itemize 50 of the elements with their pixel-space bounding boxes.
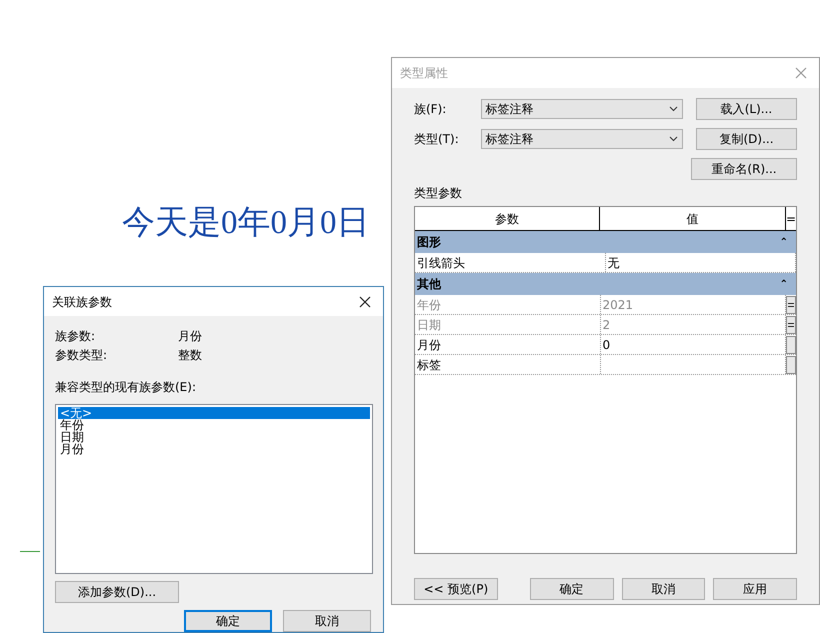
table-cell: 日期 [415, 315, 600, 334]
field-label: 族(F): [414, 101, 448, 118]
chevron-down-icon [668, 136, 678, 142]
list-item[interactable]: 月份 [58, 443, 370, 455]
table-cell: 月份 [415, 335, 600, 354]
dialog-button[interactable]: 复制(D)... [696, 128, 797, 150]
table-cell-text: 0 [602, 336, 610, 354]
column-header: 参数 [415, 207, 600, 230]
window-title: 关联族参数 [52, 294, 112, 310]
dialog-button[interactable]: 重命名(R)... [691, 158, 797, 180]
equals-button[interactable] [786, 316, 796, 334]
table-cell-text: 2021 [602, 296, 634, 314]
equals-button[interactable] [786, 296, 796, 314]
info-value: 整数 [178, 346, 202, 364]
list-item[interactable]: 年份 [58, 419, 370, 431]
parameter-button[interactable] [786, 356, 796, 374]
group-header[interactable]: 图形 ⌃ [415, 231, 796, 253]
dialog-button[interactable]: 应用 [713, 578, 797, 600]
dialog-button[interactable]: << 预览(P) [414, 578, 498, 600]
dialog-button[interactable]: 取消 [622, 578, 706, 600]
dialog-button[interactable]: 添加参数(D)... [55, 581, 179, 603]
list-label: 兼容类型的现有族参数(E): [55, 379, 197, 396]
field-label: 类型(T): [414, 131, 460, 148]
dropdown[interactable]: 标签注释 [480, 129, 683, 149]
dropdown[interactable]: 标签注释 [480, 99, 683, 119]
info-label: 参数类型: [55, 346, 108, 364]
dialog-button[interactable]: 确定 [530, 578, 614, 600]
table-cell: 年份 [415, 295, 600, 314]
guide-line [20, 551, 40, 552]
dialog-button[interactable]: 载入(L)... [696, 98, 797, 120]
equals-icon [788, 302, 794, 306]
table-cell: 标签 [415, 355, 600, 374]
dialog-button[interactable]: 确定 [184, 610, 272, 632]
column-header: 值 [600, 207, 786, 230]
dialog-button[interactable]: 取消 [283, 610, 371, 632]
table-cell-text: 2 [602, 316, 610, 334]
window-title: 类型属性 [400, 65, 448, 82]
close-icon[interactable] [359, 296, 371, 308]
label-text: 今天是0年0月0日 [122, 207, 370, 240]
info-value: 月份 [178, 328, 202, 344]
chevron-down-icon [668, 106, 678, 112]
list-item[interactable]: <无> [58, 407, 370, 419]
table-cell: 引线箭头 [415, 253, 606, 272]
section-label: 类型参数 [414, 185, 463, 202]
column-header: = [786, 210, 796, 228]
list-item[interactable]: 日期 [58, 431, 370, 443]
group-header[interactable]: 其他 ⌃ [415, 273, 796, 295]
table-cell-text: 无 [608, 254, 620, 272]
info-label: 族参数: [55, 328, 96, 344]
equals-icon [788, 322, 794, 326]
